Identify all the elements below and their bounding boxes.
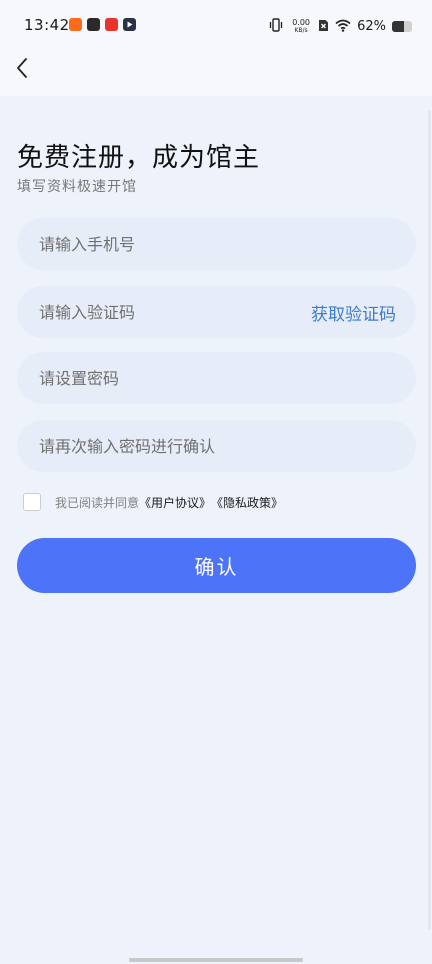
status-app-icons xyxy=(69,18,136,31)
code-input[interactable] xyxy=(39,302,311,322)
net-speed-unit: KB/s xyxy=(294,27,308,34)
phone-field xyxy=(17,218,416,270)
app-icon-orange xyxy=(69,18,82,31)
phone-input[interactable] xyxy=(39,234,416,254)
app-icon-dark xyxy=(87,18,100,31)
vibrate-icon xyxy=(268,17,284,36)
page-title: 免费注册，成为馆主 xyxy=(17,143,261,173)
wifi-icon xyxy=(335,17,351,36)
status-time: 13:42 xyxy=(24,16,70,34)
password-field xyxy=(17,352,416,404)
net-speed-value: 0.00 xyxy=(292,18,310,27)
no-sim-icon xyxy=(318,17,329,36)
agreement-checkbox[interactable] xyxy=(23,493,41,511)
code-field: 获取验证码 xyxy=(17,286,416,338)
confirm-password-field xyxy=(17,420,416,472)
user-agreement-link[interactable]: 《用户协议》 xyxy=(139,494,211,511)
chevron-left-icon xyxy=(17,58,27,78)
home-indicator[interactable] xyxy=(129,958,303,962)
battery-fill xyxy=(392,21,405,32)
page-subtitle: 填写资料极速开馆 xyxy=(17,179,137,195)
back-button[interactable] xyxy=(10,56,34,80)
battery-icon xyxy=(392,21,412,32)
scrollbar xyxy=(428,110,431,930)
status-right: 0.00 KB/s 62% xyxy=(268,17,412,36)
agreement-prefix: 我已阅读并同意 xyxy=(55,495,140,510)
status-bar: 13:42 0.00 KB/s 62% xyxy=(0,0,432,52)
privacy-policy-link[interactable]: 《隐私政策》 xyxy=(211,494,283,511)
get-code-button[interactable]: 获取验证码 xyxy=(311,300,416,325)
battery-percent: 62% xyxy=(357,19,386,34)
confirm-password-input[interactable] xyxy=(39,436,416,456)
agreement-row: 我已阅读并同意 《用户协议》 《隐私政策》 xyxy=(23,493,283,511)
app-icon-red xyxy=(105,18,118,31)
app-icon-play xyxy=(123,18,136,31)
net-speed: 0.00 KB/s xyxy=(290,18,312,35)
confirm-button[interactable]: 确认 xyxy=(17,538,416,593)
password-input[interactable] xyxy=(39,368,416,388)
